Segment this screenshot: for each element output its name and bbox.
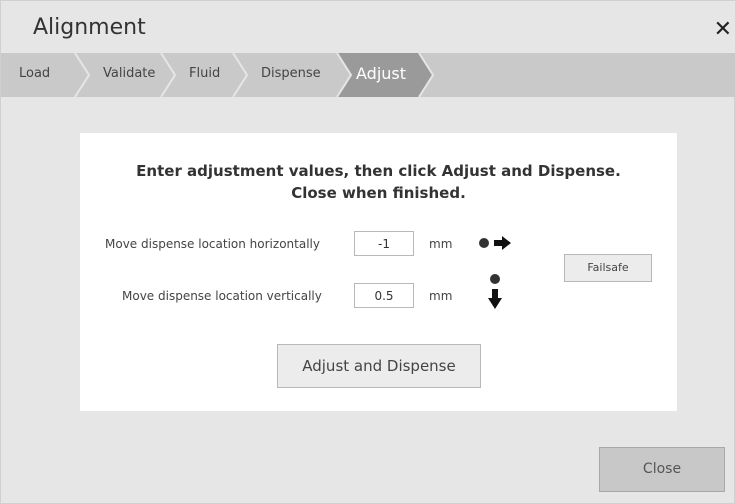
step-label: Adjust: [356, 64, 407, 83]
adjust-and-dispense-button[interactable]: Adjust and Dispense: [277, 344, 481, 388]
wizard-stepper: Load Validate Fluid Dispense Adjust: [1, 53, 735, 97]
instruction-line-1: Enter adjustment values, then click Adju…: [136, 162, 621, 180]
vertical-unit: mm: [429, 289, 453, 303]
step-label: Dispense: [261, 66, 321, 81]
horizontal-unit: mm: [429, 237, 453, 251]
dot-arrow-right-icon: [479, 236, 511, 250]
alignment-dialog: Alignment ✕ Load Validate Fluid Dispense…: [0, 0, 735, 504]
step-label: Fluid: [189, 66, 221, 81]
failsafe-button[interactable]: Failsafe: [564, 254, 652, 282]
title-bar: Alignment ✕: [1, 1, 735, 53]
vertical-label: Move dispense location vertically: [122, 289, 322, 303]
adjustment-panel: Enter adjustment values, then click Adju…: [80, 133, 677, 411]
horizontal-input[interactable]: [354, 231, 414, 256]
instructions: Enter adjustment values, then click Adju…: [80, 160, 677, 204]
dot-arrow-down-icon: [488, 274, 502, 309]
instruction-line-2: Close when finished.: [291, 184, 466, 202]
step-label: Load: [19, 66, 51, 81]
step-label: Validate: [103, 66, 156, 81]
dialog-title: Alignment: [33, 15, 146, 40]
horizontal-label: Move dispense location horizontally: [105, 237, 320, 251]
close-icon[interactable]: ✕: [714, 17, 732, 42]
close-button[interactable]: Close: [599, 447, 725, 492]
vertical-input[interactable]: [354, 283, 414, 308]
